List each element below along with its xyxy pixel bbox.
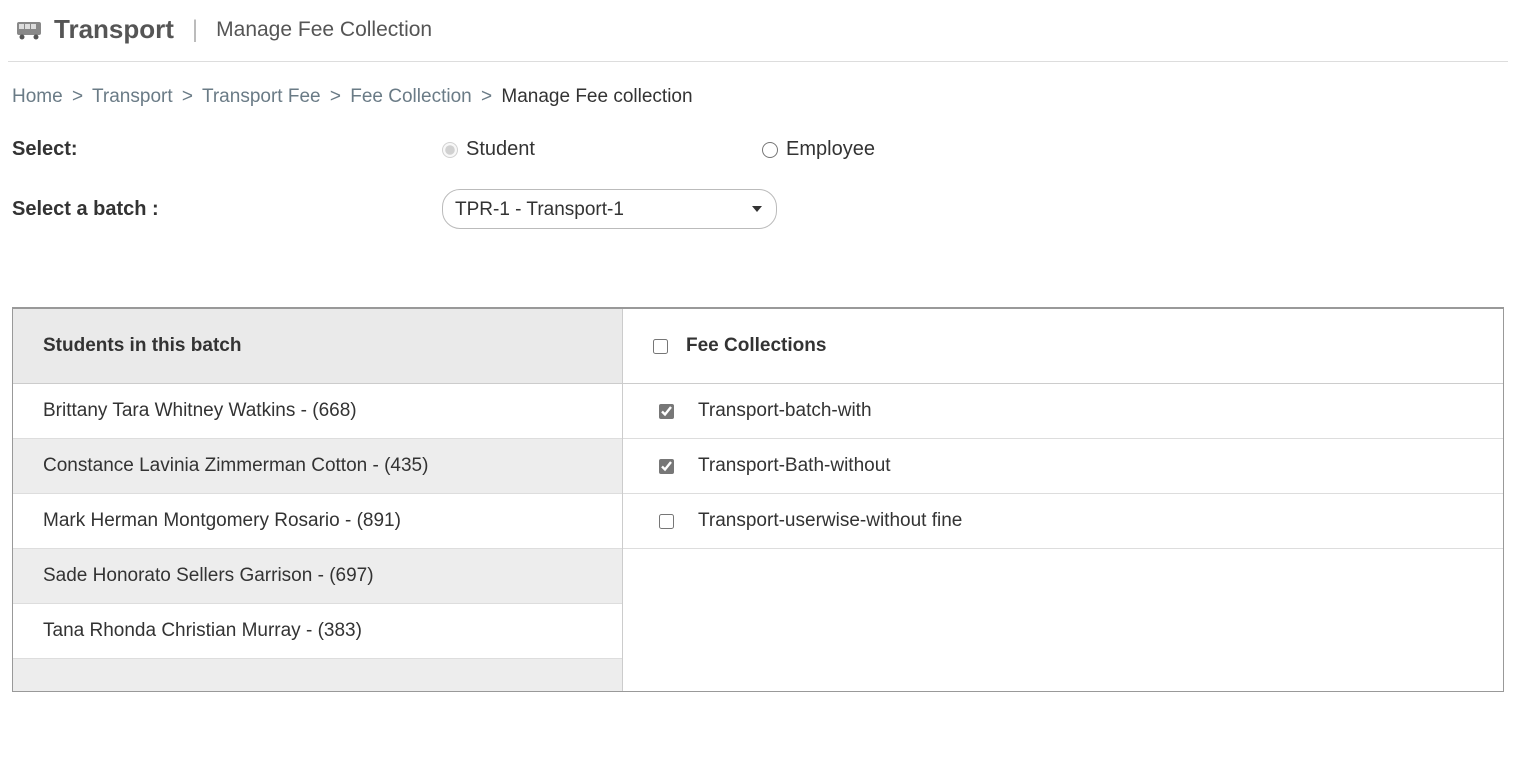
fees-header: Fee Collections: [623, 309, 1503, 384]
bus-icon: [16, 20, 42, 40]
student-row[interactable]: Constance Lavinia Zimmerman Cotton - (43…: [13, 439, 622, 494]
breadcrumb-current: Manage Fee collection: [501, 86, 692, 107]
breadcrumb-separator: >: [68, 86, 87, 107]
radio-student[interactable]: Student: [442, 138, 762, 161]
select-type-row: Select: Student Employee: [12, 138, 1504, 161]
student-row[interactable]: Brittany Tara Whitney Watkins - (668): [13, 384, 622, 439]
breadcrumb-separator: >: [326, 86, 345, 107]
students-header: Students in this batch: [13, 309, 622, 384]
fee-label: Transport-Bath-without: [698, 455, 891, 477]
radio-student-label: Student: [466, 138, 535, 161]
fees-column: Fee Collections Transport-batch-with Tra…: [623, 309, 1503, 691]
radio-employee-input[interactable]: [762, 142, 778, 158]
type-radio-group: Student Employee: [442, 138, 1082, 161]
breadcrumb-link-fee-collection[interactable]: Fee Collection: [350, 86, 471, 107]
student-name: Tana Rhonda Christian Murray - (383): [43, 620, 362, 642]
student-name: Mark Herman Montgomery Rosario - (891): [43, 510, 401, 532]
breadcrumb-link-home[interactable]: Home: [12, 86, 63, 107]
breadcrumb-link-transport-fee[interactable]: Transport Fee: [202, 86, 321, 107]
filter-form: Select: Student Employee Select a batch …: [8, 138, 1508, 307]
breadcrumb-separator: >: [178, 86, 197, 107]
fee-row[interactable]: Transport-Bath-without: [623, 439, 1503, 494]
page-subtitle: Manage Fee Collection: [216, 18, 432, 42]
student-name: Constance Lavinia Zimmerman Cotton - (43…: [43, 455, 428, 477]
radio-employee[interactable]: Employee: [762, 138, 1082, 161]
select-type-label: Select:: [12, 138, 442, 161]
batch-select-wrap: TPR-1 - Transport-1: [442, 189, 777, 229]
fees-header-label: Fee Collections: [686, 335, 826, 357]
select-batch-label: Select a batch :: [12, 198, 442, 221]
fee-checkbox[interactable]: [659, 404, 674, 419]
radio-student-input[interactable]: [442, 142, 458, 158]
fee-checkbox[interactable]: [659, 514, 674, 529]
title-separator: |: [186, 16, 204, 44]
select-batch-row: Select a batch : TPR-1 - Transport-1: [12, 189, 1504, 229]
student-row[interactable]: Mark Herman Montgomery Rosario - (891): [13, 494, 622, 549]
student-row-empty: [13, 659, 622, 691]
fee-row[interactable]: Transport-batch-with: [623, 384, 1503, 439]
fee-label: Transport-userwise-without fine: [698, 510, 962, 532]
header-divider: [8, 61, 1508, 62]
student-row[interactable]: Sade Honorato Sellers Garrison - (697): [13, 549, 622, 604]
fee-checkbox[interactable]: [659, 459, 674, 474]
page-title: Transport: [54, 14, 174, 45]
breadcrumb-separator: >: [477, 86, 496, 107]
students-header-label: Students in this batch: [43, 335, 241, 357]
breadcrumb: Home > Transport > Transport Fee > Fee C…: [8, 80, 1508, 138]
breadcrumb-link-transport[interactable]: Transport: [92, 86, 173, 107]
fee-row[interactable]: Transport-userwise-without fine: [623, 494, 1503, 549]
page-header: Transport | Manage Fee Collection: [8, 10, 1508, 57]
fee-label: Transport-batch-with: [698, 400, 872, 422]
student-row[interactable]: Tana Rhonda Christian Murray - (383): [13, 604, 622, 659]
students-column: Students in this batch Brittany Tara Whi…: [13, 309, 623, 691]
radio-employee-label: Employee: [786, 138, 875, 161]
select-all-fees-checkbox[interactable]: [653, 339, 668, 354]
batch-select[interactable]: TPR-1 - Transport-1: [442, 189, 777, 229]
data-table: Students in this batch Brittany Tara Whi…: [12, 307, 1504, 692]
student-name: Sade Honorato Sellers Garrison - (697): [43, 565, 374, 587]
student-name: Brittany Tara Whitney Watkins - (668): [43, 400, 357, 422]
